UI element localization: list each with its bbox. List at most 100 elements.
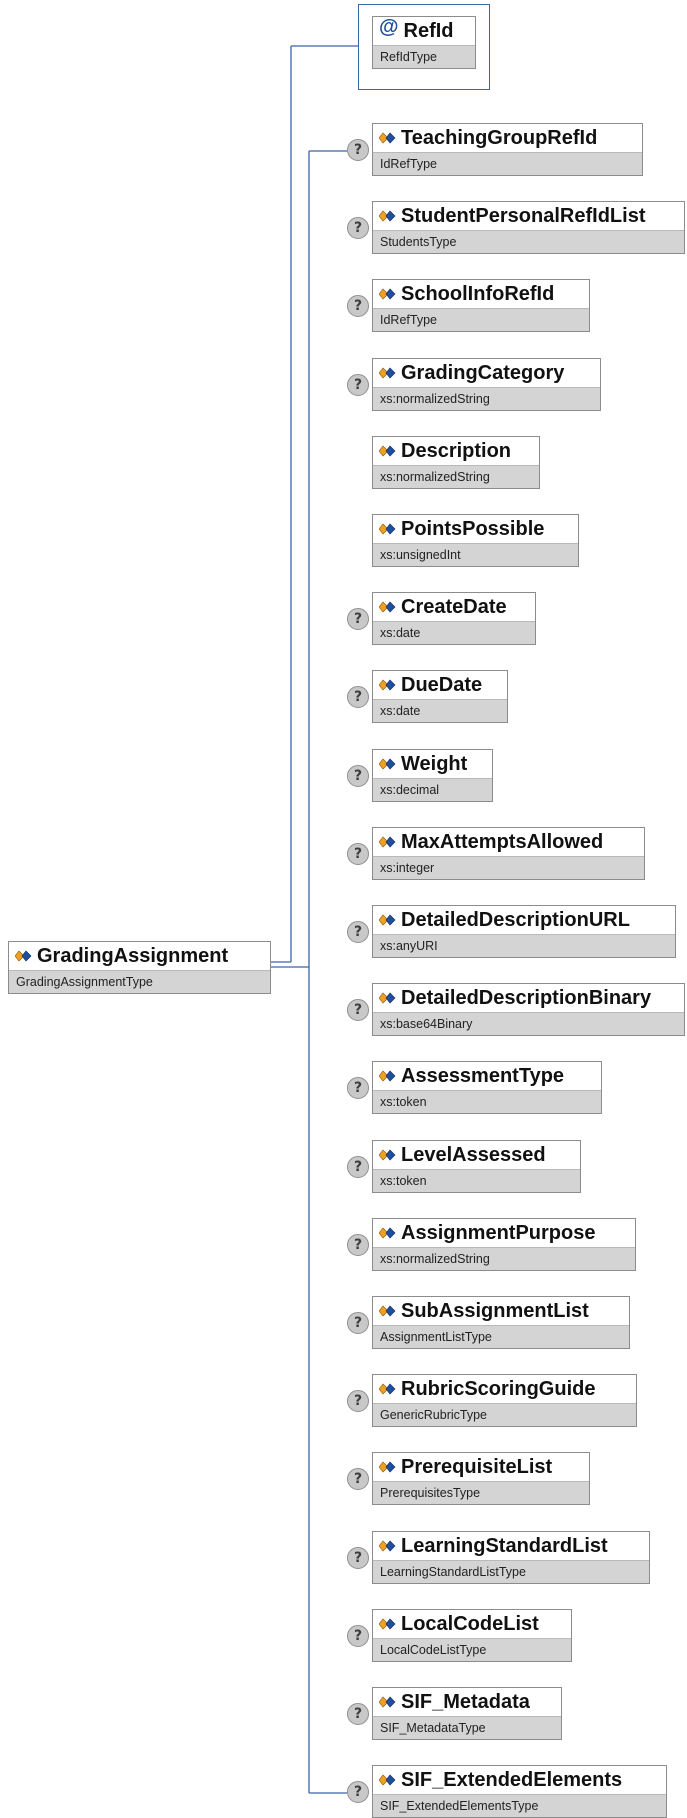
element-icon [379, 288, 396, 300]
root-element-type: GradingAssignmentType [9, 970, 270, 993]
element-prerequisite-list[interactable]: PrerequisiteList PrerequisitesType [372, 1452, 590, 1505]
element-type: StudentsType [373, 230, 684, 253]
element-school-info-ref-id[interactable]: SchoolInfoRefId IdRefType [372, 279, 590, 332]
element-name: SchoolInfoRefId [401, 282, 555, 305]
element-sif-extended-elements[interactable]: SIF_ExtendedElements SIF_ExtendedElements… [372, 1765, 667, 1818]
element-student-personal-ref-id-list[interactable]: StudentPersonalRefIdList StudentsType [372, 201, 685, 254]
element-points-possible[interactable]: PointsPossible xs:unsignedInt [372, 514, 579, 567]
element-name: Weight [401, 752, 468, 775]
element-icon [379, 1149, 396, 1161]
element-rubric-scoring-guide[interactable]: RubricScoringGuide GenericRubricType [372, 1374, 637, 1427]
optional-occurrence-icon: ? [347, 1156, 369, 1178]
element-icon [379, 132, 396, 144]
element-name: DetailedDescriptionURL [401, 908, 630, 931]
element-type: xs:normalizedString [373, 465, 539, 488]
attribute-name: RefId [403, 19, 454, 42]
element-max-attempts-allowed[interactable]: MaxAttemptsAllowed xs:integer [372, 827, 645, 880]
optional-occurrence-icon: ? [347, 843, 369, 865]
element-type: xs:integer [373, 856, 644, 879]
optional-occurrence-icon: ? [347, 139, 369, 161]
element-icon [379, 1774, 396, 1786]
element-name: Description [401, 439, 512, 462]
optional-occurrence-icon: ? [347, 1077, 369, 1099]
element-type: xs:token [373, 1090, 601, 1113]
element-type: xs:base64Binary [373, 1012, 684, 1035]
optional-occurrence-icon: ? [347, 608, 369, 630]
element-icon [379, 523, 396, 535]
element-type: xs:normalizedString [373, 387, 600, 410]
optional-occurrence-icon: ? [347, 921, 369, 943]
element-name: LearningStandardList [401, 1534, 608, 1557]
element-detailed-description-binary[interactable]: DetailedDescriptionBinary xs:base64Binary [372, 983, 685, 1036]
element-type: AssignmentListType [373, 1325, 629, 1348]
element-icon [379, 601, 396, 613]
element-description[interactable]: Description xs:normalizedString [372, 436, 540, 489]
element-type: xs:unsignedInt [373, 543, 578, 566]
element-name: AssessmentType [401, 1064, 565, 1087]
element-assignment-purpose[interactable]: AssignmentPurpose xs:normalizedString [372, 1218, 636, 1271]
element-name: RubricScoringGuide [401, 1377, 596, 1400]
optional-occurrence-icon: ? [347, 1468, 369, 1490]
optional-occurrence-icon: ? [347, 999, 369, 1021]
optional-occurrence-icon: ? [347, 295, 369, 317]
element-icon [379, 367, 396, 379]
element-icon [379, 1696, 396, 1708]
element-name: GradingCategory [401, 361, 565, 384]
element-learning-standard-list[interactable]: LearningStandardList LearningStandardList… [372, 1531, 650, 1584]
element-icon [379, 210, 396, 222]
root-element-name: GradingAssignment [37, 944, 229, 967]
element-name: SIF_Metadata [401, 1690, 530, 1713]
element-icon [379, 445, 396, 457]
element-icon [379, 914, 396, 926]
element-local-code-list[interactable]: LocalCodeList LocalCodeListType [372, 1609, 572, 1662]
element-name: PrerequisiteList [401, 1455, 553, 1478]
schema-diagram: @ RefId RefIdType GradingAssignment Grad… [0, 0, 687, 1818]
element-type: xs:anyURI [373, 934, 675, 957]
element-name: CreateDate [401, 595, 507, 618]
element-create-date[interactable]: CreateDate xs:date [372, 592, 536, 645]
element-name: PointsPossible [401, 517, 545, 540]
element-icon [379, 1461, 396, 1473]
element-type: xs:normalizedString [373, 1247, 635, 1270]
optional-occurrence-icon: ? [347, 1625, 369, 1647]
optional-occurrence-icon: ? [347, 1312, 369, 1334]
element-teaching-group-ref-id[interactable]: TeachingGroupRefId IdRefType [372, 123, 643, 176]
element-name: StudentPersonalRefIdList [401, 204, 646, 227]
optional-occurrence-icon: ? [347, 765, 369, 787]
attribute-type: RefIdType [373, 45, 475, 68]
element-type: IdRefType [373, 308, 589, 331]
root-element-gradingassignment[interactable]: GradingAssignment GradingAssignmentType [8, 941, 271, 994]
element-icon [379, 1618, 396, 1630]
element-icon [379, 1383, 396, 1395]
element-name: SIF_ExtendedElements [401, 1768, 623, 1791]
optional-occurrence-icon: ? [347, 1781, 369, 1803]
element-type: xs:token [373, 1169, 580, 1192]
optional-occurrence-icon: ? [347, 374, 369, 396]
element-name: DueDate [401, 673, 483, 696]
optional-occurrence-icon: ? [347, 1390, 369, 1412]
attribute-icon: @ [379, 16, 399, 38]
optional-occurrence-icon: ? [347, 686, 369, 708]
element-type: LearningStandardListType [373, 1560, 649, 1583]
element-type: GenericRubricType [373, 1403, 636, 1426]
element-name: DetailedDescriptionBinary [401, 986, 652, 1009]
element-sif-metadata[interactable]: SIF_Metadata SIF_MetadataType [372, 1687, 562, 1740]
optional-occurrence-icon: ? [347, 217, 369, 239]
element-icon [379, 1305, 396, 1317]
attribute-refid[interactable]: @ RefId RefIdType [372, 16, 476, 69]
element-type: xs:date [373, 621, 535, 644]
element-level-assessed[interactable]: LevelAssessed xs:token [372, 1140, 581, 1193]
element-type: SIF_MetadataType [373, 1716, 561, 1739]
element-due-date[interactable]: DueDate xs:date [372, 670, 508, 723]
element-detailed-description-url[interactable]: DetailedDescriptionURL xs:anyURI [372, 905, 676, 958]
element-type: xs:date [373, 699, 507, 722]
element-name: MaxAttemptsAllowed [401, 830, 604, 853]
element-name: AssignmentPurpose [401, 1221, 596, 1244]
element-type: LocalCodeListType [373, 1638, 571, 1661]
optional-occurrence-icon: ? [347, 1703, 369, 1725]
element-weight[interactable]: Weight xs:decimal [372, 749, 493, 802]
element-sub-assignment-list[interactable]: SubAssignmentList AssignmentListType [372, 1296, 630, 1349]
element-icon [379, 758, 396, 770]
element-assessment-type[interactable]: AssessmentType xs:token [372, 1061, 602, 1114]
element-grading-category[interactable]: GradingCategory xs:normalizedString [372, 358, 601, 411]
